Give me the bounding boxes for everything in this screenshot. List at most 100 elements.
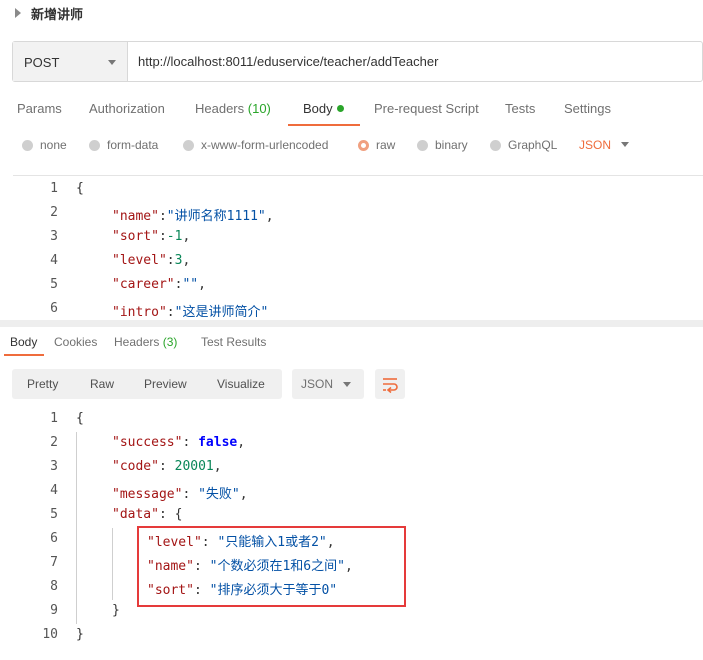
code-line: 2 "name":"讲师名称1111",	[13, 202, 703, 226]
line-number: 4	[50, 253, 58, 268]
response-view-group: Pretty Raw Preview Visualize	[12, 369, 282, 399]
body-type-options: none form-data x-www-form-urlencoded raw…	[0, 135, 703, 157]
tab-cookies[interactable]: Cookies	[54, 335, 97, 349]
tab-headers-label: Headers	[195, 101, 245, 116]
radio-binary[interactable]: binary	[417, 138, 468, 152]
radio-urlencoded-label: x-www-form-urlencoded	[201, 138, 329, 152]
radio-graphql-label: GraphQL	[508, 138, 558, 152]
radio-selected-icon	[358, 139, 369, 151]
tab-body[interactable]: Body	[303, 101, 344, 116]
tab-response-body[interactable]: Body	[10, 335, 37, 349]
active-tab-indicator	[288, 124, 360, 126]
pane-divider[interactable]	[0, 320, 703, 327]
radio-form-data-label: form-data	[107, 138, 159, 152]
line-number: 3	[50, 229, 58, 244]
request-title-bar: 新增讲师	[0, 0, 703, 26]
view-visualize-button[interactable]: Visualize	[217, 377, 265, 391]
json-key: "data"	[112, 507, 159, 522]
url-input[interactable]	[128, 42, 702, 81]
line-number: 7	[50, 555, 58, 570]
tab-tests[interactable]: Tests	[505, 101, 535, 116]
code-line: 4 "level":3,	[13, 250, 703, 274]
radio-graphql[interactable]: GraphQL	[490, 138, 557, 152]
tab-response-headers[interactable]: Headers (3)	[114, 335, 177, 349]
chevron-down-icon	[108, 60, 116, 65]
tab-headers[interactable]: Headers (10)	[195, 101, 271, 116]
json-key: "code"	[112, 459, 159, 474]
url-bar: POST	[12, 41, 703, 82]
line-number: 1	[50, 411, 58, 426]
code-line: 10 }	[13, 624, 703, 648]
view-raw-button[interactable]: Raw	[90, 377, 114, 391]
json-value: ""	[182, 277, 199, 292]
json-entry: "data": {	[112, 507, 183, 522]
json-key: "message"	[112, 487, 183, 502]
json-value: "这是讲师简介"	[174, 305, 269, 317]
status-dot-icon	[336, 105, 344, 112]
json-entry: "name":"讲师名称1111",	[112, 209, 274, 224]
open-brace: {	[76, 181, 84, 196]
json-key: "career"	[112, 277, 175, 292]
json-value: "讲师名称1111"	[166, 209, 266, 224]
json-entry: "level":3,	[112, 253, 191, 268]
code-line: 4 "message": "失败",	[13, 480, 703, 504]
line-number: 8	[50, 579, 58, 594]
radio-binary-label: binary	[435, 138, 468, 152]
response-format-label: JSON	[301, 377, 334, 391]
code-line: 3 "code": 20001,	[13, 456, 703, 480]
response-format-select[interactable]: JSON	[292, 369, 364, 399]
radio-circle-icon	[417, 139, 428, 151]
wrap-lines-icon	[383, 378, 398, 394]
data-close-brace: }	[112, 603, 120, 618]
active-tab-indicator	[4, 354, 44, 356]
json-key: "intro"	[112, 305, 167, 317]
line-number: 2	[50, 435, 58, 450]
wrap-lines-button[interactable]	[375, 369, 405, 399]
json-entry: "message": "失败",	[112, 487, 248, 502]
code-line: 2 "success": false,	[13, 432, 703, 456]
line-number: 6	[50, 301, 58, 316]
view-preview-button[interactable]: Preview	[144, 377, 187, 391]
caret-right-icon[interactable]	[15, 8, 21, 18]
json-key: "name"	[112, 209, 159, 224]
request-name[interactable]: 新增讲师	[31, 4, 83, 23]
tab-authorization[interactable]: Authorization	[89, 101, 165, 116]
radio-circle-icon	[183, 139, 194, 151]
radio-form-data[interactable]: form-data	[89, 138, 158, 152]
line-number: 3	[50, 459, 58, 474]
json-value: "失败"	[198, 487, 240, 502]
line-number: 2	[50, 205, 58, 220]
code-line: 1 {	[13, 178, 703, 202]
method-select[interactable]: POST	[13, 42, 128, 81]
chevron-down-icon	[343, 382, 351, 387]
radio-circle-icon	[490, 139, 501, 151]
code-line: 5 "career":"",	[13, 274, 703, 298]
chevron-down-icon[interactable]	[621, 142, 629, 147]
json-key: "success"	[112, 435, 183, 450]
response-tabs: Body Cookies Headers (3) Test Results	[0, 327, 703, 356]
line-number: 6	[50, 531, 58, 546]
view-pretty-button[interactable]: Pretty	[27, 377, 58, 391]
tab-prerequest-script[interactable]: Pre-request Script	[374, 101, 479, 116]
tab-params[interactable]: Params	[17, 101, 62, 116]
tab-response-headers-count: (3)	[162, 335, 178, 349]
radio-raw-label: raw	[376, 138, 396, 152]
body-format-select[interactable]: JSON	[579, 138, 611, 152]
radio-none[interactable]: none	[22, 138, 67, 152]
radio-urlencoded[interactable]: x-www-form-urlencoded	[183, 138, 328, 152]
json-value: false	[198, 435, 238, 450]
line-number: 5	[50, 507, 58, 522]
line-number: 1	[50, 181, 58, 196]
tab-test-results[interactable]: Test Results	[201, 335, 266, 349]
json-key: "level"	[112, 253, 167, 268]
line-number: 4	[50, 483, 58, 498]
radio-none-label: none	[40, 138, 67, 152]
code-line: 6 "intro":"这是讲师简介"	[13, 298, 703, 317]
json-entry: "sort":-1,	[112, 229, 191, 244]
json-value: -1	[166, 229, 183, 244]
request-body-editor[interactable]: 1 { 2 "name":"讲师名称1111", 3 "sort":-1, 4 …	[13, 175, 703, 317]
line-number: 5	[50, 277, 58, 292]
annotation-highlight-box	[137, 526, 406, 607]
tab-settings[interactable]: Settings	[564, 101, 611, 116]
radio-raw[interactable]: raw	[358, 138, 395, 152]
